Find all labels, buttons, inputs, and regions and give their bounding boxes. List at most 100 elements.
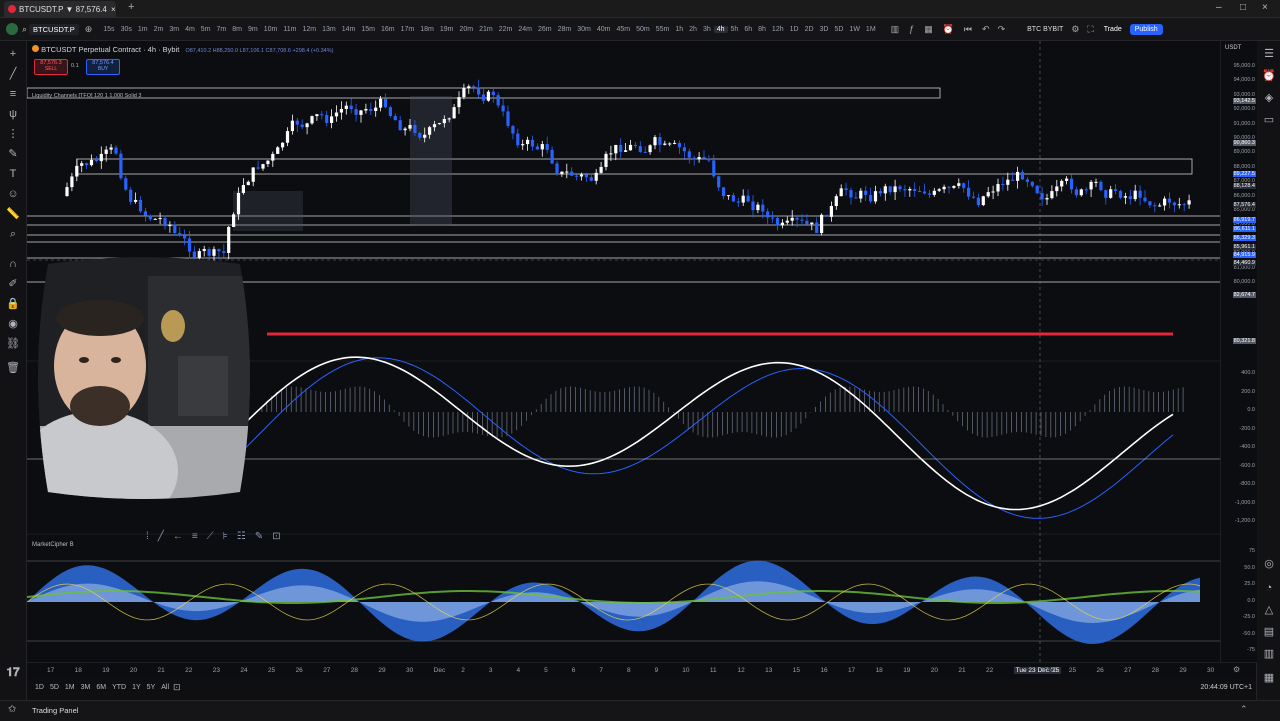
chart-type-icon[interactable]: ▥ [891,24,900,35]
pencil-icon[interactable]: ✐ [6,277,20,291]
timeframe-2h[interactable]: 2h [686,26,700,33]
timeframe-26m[interactable]: 26m [535,26,555,33]
timeframe-1D[interactable]: 1D [787,26,802,33]
settings-gear-icon[interactable]: ⚙ [1233,665,1240,674]
trend-line-icon[interactable]: ╱ [6,67,20,81]
idea-icon[interactable]: △ [1262,603,1276,617]
link-icon[interactable]: ⛓ [6,337,20,351]
text-icon[interactable]: T [6,167,20,181]
collapse-panel-icon[interactable]: ⌃ [1240,704,1248,715]
timeframe-5m[interactable]: 5m [198,26,214,33]
redo-icon[interactable]: ↷ [998,24,1006,35]
watchlist-icon[interactable]: ☰ [1262,47,1276,61]
timeframe-18m[interactable]: 18m [417,26,437,33]
calendar-icon[interactable]: ▥ [1262,647,1276,661]
timeframe-10m[interactable]: 10m [261,26,281,33]
arrow-tool-icon[interactable]: ← [173,531,183,542]
timeframe-1M[interactable]: 1M [863,26,879,33]
timeframe-45m[interactable]: 45m [613,26,633,33]
timeframe-8m[interactable]: 8m [229,26,245,33]
range-5d[interactable]: 5D [50,684,59,691]
pitchfork-icon[interactable]: ψ [6,107,20,121]
symbol-title[interactable]: BTCUSDT Perpetual Contract · 4h · Bybit [41,45,179,54]
brush-icon[interactable]: ✎ [6,147,20,161]
buy-button[interactable]: 87,576.4 BUY [86,59,120,75]
liquidity-channels-legend[interactable]: Liquidity Channels [TFO] 120 1 1,000 Sol… [32,93,141,99]
drag-handle-icon[interactable]: ⁞ [146,531,149,542]
range-1d[interactable]: 1D [35,684,44,691]
range-5y[interactable]: 5Y [147,684,156,691]
timeframe-1m[interactable]: 1m [135,26,151,33]
eye-icon[interactable]: ◉ [6,317,20,331]
close-window-icon[interactable]: × [1262,2,1268,13]
sell-button[interactable]: 87,576.3 SELL [34,59,68,75]
zoom-icon[interactable]: ⌕ [6,227,20,241]
fib-retracement-icon[interactable]: ⋮ [6,127,20,141]
alerts-icon[interactable]: ⏰ [1262,69,1276,83]
range-1m[interactable]: 1M [65,684,75,691]
timeframe-40m[interactable]: 40m [594,26,614,33]
symbol-search-icon[interactable]: ⌕ [22,24,27,35]
replay-icon[interactable]: ⏮ [964,24,972,35]
timeframe-5D[interactable]: 5D [831,26,846,33]
timeframe-3h[interactable]: 3h [700,26,714,33]
line-tool-icon[interactable]: ╱ [158,531,164,542]
timeframe-21m[interactable]: 21m [476,26,496,33]
timeframe-4h[interactable]: 4h [713,25,728,33]
layout-name[interactable]: BTC BYBIT [1027,26,1063,33]
timeframe-6h[interactable]: 6h [741,26,755,33]
timeframe-8h[interactable]: 8h [755,26,769,33]
timeframe-22m[interactable]: 22m [496,26,516,33]
timeframe-2D[interactable]: 2D [802,26,817,33]
timeframe-20m[interactable]: 20m [456,26,476,33]
minimize-window-icon[interactable]: – [1216,2,1222,13]
horizontal-lines-icon[interactable]: ≡ [6,87,20,101]
timeframe-19m[interactable]: 19m [437,26,457,33]
date-range-icon[interactable]: ⊡ [173,682,181,693]
timeframe-30m[interactable]: 30m [574,26,594,33]
fib-tool-icon[interactable]: ⊧ [223,531,228,542]
trading-panel-tab[interactable]: Trading Panel [32,706,78,715]
ruler-icon[interactable]: 📏 [6,207,20,221]
notifications-icon[interactable]: ◔ [1262,581,1276,595]
timeframe-15s[interactable]: 15s [100,26,117,33]
time-axis[interactable]: ⚙ 17 18 19 20 21 22 23 24 25 26 27 28 29 30 Dec 2 3 4 5 6 7 8… [27,662,1256,679]
layout-icon[interactable]: ▦ [924,24,933,35]
trade-button[interactable]: Trade [1104,26,1122,33]
utc-clock[interactable]: 20:44:09 UTC+1 [1200,684,1252,691]
timeframe-5h[interactable]: 5h [728,26,742,33]
timeframe-55m[interactable]: 55m [653,26,673,33]
settings-icon[interactable]: ⚙ [1071,24,1079,35]
close-tab-icon[interactable]: × [111,5,116,14]
indicators-icon[interactable]: ƒ [909,24,914,34]
rect-tool-icon[interactable]: ⊡ [272,531,280,542]
profile-avatar[interactable] [6,23,18,35]
timeframe-2m[interactable]: 2m [151,26,167,33]
range-3m[interactable]: 3M [81,684,91,691]
price-scale[interactable]: USDT 95,000.0 94,000.0 93,000.0 92,000.0 91,… [1220,41,1257,662]
currency-label[interactable]: USDT [1225,45,1241,51]
timeframe-16m[interactable]: 16m [378,26,398,33]
fullscreen-icon[interactable]: ⛶ [1087,24,1093,35]
timeframe-13m[interactable]: 13m [319,26,339,33]
timeframe-11m[interactable]: 11m [280,26,299,33]
timeframe-15m[interactable]: 15m [358,26,378,33]
data-window-icon[interactable]: ◈ [1262,91,1276,105]
timeframe-12m[interactable]: 12m [299,26,319,33]
timeframe-14m[interactable]: 14m [339,26,359,33]
marketcipher-legend[interactable]: MarketCipher B [32,542,74,548]
timeframe-30s[interactable]: 30s [118,26,135,33]
timeframe-3D[interactable]: 3D [817,26,832,33]
symbol-input[interactable]: BTCUSDT.P [29,23,79,35]
brush-tool-icon[interactable]: ✎ [255,531,263,542]
trash-icon[interactable]: 🗑 [6,361,20,375]
range-1y[interactable]: 1Y [132,684,141,691]
browser-tab[interactable]: BTCUSDT.P ▼ 87,576.4 −0.3% / ... × [4,1,116,17]
timeframe-4m[interactable]: 4m [182,26,198,33]
crosshair-icon[interactable]: + [6,47,20,61]
timeframe-50m[interactable]: 50m [633,26,653,33]
range-6m[interactable]: 6M [96,684,106,691]
timeframe-17m[interactable]: 17m [398,26,418,33]
timeframe-28m[interactable]: 28m [555,26,575,33]
timeframe-24m[interactable]: 24m [515,26,535,33]
